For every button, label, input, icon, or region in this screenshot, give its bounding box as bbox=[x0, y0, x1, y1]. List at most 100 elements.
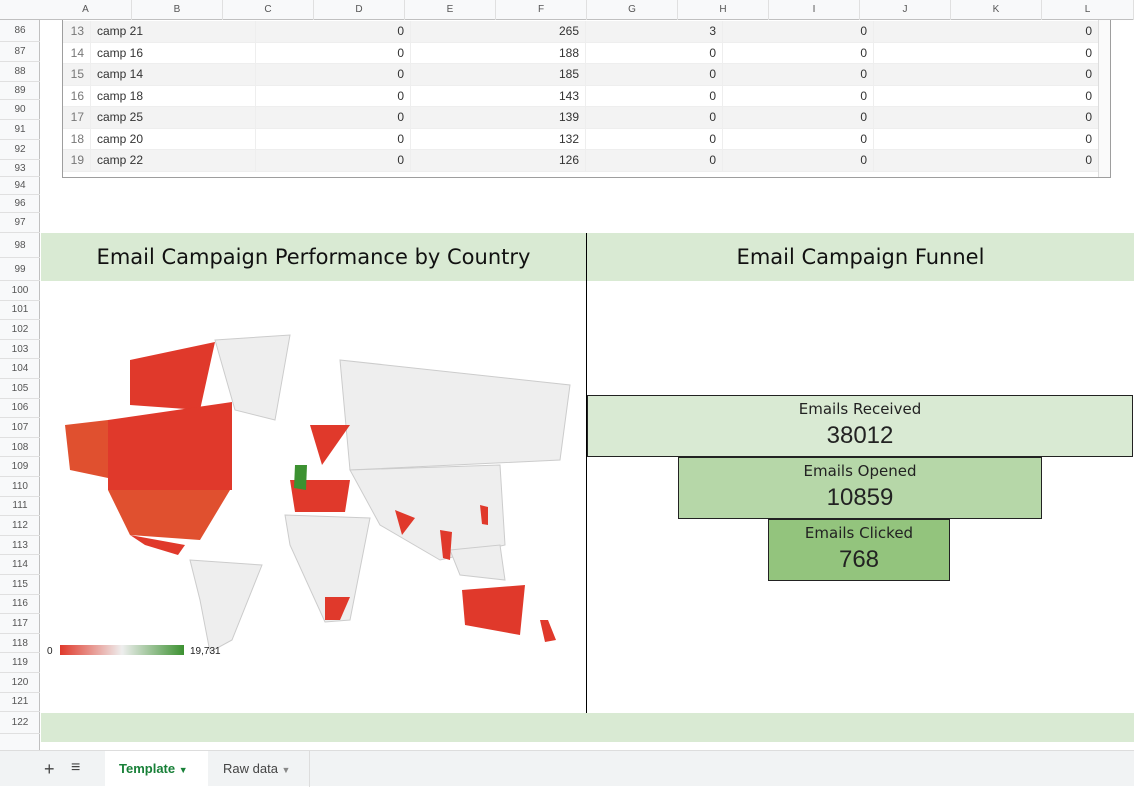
row-header-104[interactable]: 104 bbox=[0, 359, 40, 379]
column-header-D[interactable]: D bbox=[314, 0, 405, 20]
cell-value: 0 bbox=[586, 64, 723, 86]
column-header-B[interactable]: B bbox=[132, 0, 223, 20]
row-index: 19 bbox=[63, 150, 91, 172]
cell-value: 0 bbox=[256, 128, 411, 150]
row-header-89[interactable]: 89 bbox=[0, 82, 40, 100]
table-row: 13 camp 21 0 265 3 0 0 bbox=[63, 21, 1099, 43]
cell-value: 0 bbox=[723, 64, 874, 86]
row-header-119[interactable]: 119 bbox=[0, 653, 40, 673]
column-header-J[interactable]: J bbox=[860, 0, 951, 20]
row-header-101[interactable]: 101 bbox=[0, 301, 40, 321]
row-header-115[interactable]: 115 bbox=[0, 575, 40, 595]
legend-min: 0 bbox=[47, 646, 53, 657]
row-header-97[interactable]: 97 bbox=[0, 213, 40, 233]
table-scrollbar[interactable] bbox=[1098, 20, 1110, 177]
row-header-107[interactable]: 107 bbox=[0, 418, 40, 438]
row-header-91[interactable]: 91 bbox=[0, 120, 40, 140]
cell-value: 0 bbox=[586, 150, 723, 172]
row-header-116[interactable]: 116 bbox=[0, 595, 40, 615]
row-header-114[interactable]: 114 bbox=[0, 555, 40, 575]
country-uk bbox=[294, 465, 307, 490]
cell-value: 0 bbox=[256, 150, 411, 172]
cell-value: 0 bbox=[256, 42, 411, 64]
row-header-111[interactable]: 111 bbox=[0, 497, 40, 517]
tab-template[interactable]: Template ▼ bbox=[105, 751, 208, 787]
table-row: 16 camp 18 0 143 0 0 0 bbox=[63, 85, 1099, 107]
row-header-93[interactable]: 93 bbox=[0, 160, 40, 177]
campaign-name: camp 16 bbox=[91, 42, 256, 64]
cell-value: 126 bbox=[411, 150, 586, 172]
divider bbox=[586, 233, 587, 713]
column-header-F[interactable]: F bbox=[496, 0, 587, 20]
row-header-87[interactable]: 87 bbox=[0, 42, 40, 62]
campaign-name: camp 18 bbox=[91, 85, 256, 107]
cell-value: 0 bbox=[586, 128, 723, 150]
row-header-99[interactable]: 99 bbox=[0, 258, 40, 281]
row-header-102[interactable]: 102 bbox=[0, 320, 40, 340]
column-header-L[interactable]: L bbox=[1042, 0, 1134, 20]
column-header-A[interactable]: A bbox=[40, 0, 132, 20]
row-header-96[interactable]: 96 bbox=[0, 195, 40, 213]
funnel-stage-value: 10859 bbox=[826, 484, 894, 511]
campaign-name: camp 22 bbox=[91, 150, 256, 172]
map-title: Email Campaign Performance by Country bbox=[41, 233, 586, 281]
row-header: 86 87 88 89 90 91 92 93 94 96 97 98 99 100 101 102 103 10… bbox=[0, 20, 40, 750]
funnel-stage: Emails Opened 10859 bbox=[678, 457, 1042, 519]
row-index: 14 bbox=[63, 42, 91, 64]
row-header-109[interactable]: 109 bbox=[0, 457, 40, 477]
row-header-118[interactable]: 118 bbox=[0, 634, 40, 654]
cell-value: 0 bbox=[586, 85, 723, 107]
row-header-94[interactable]: 94 bbox=[0, 177, 40, 195]
row-header-110[interactable]: 110 bbox=[0, 477, 40, 497]
cell-value: 0 bbox=[723, 128, 874, 150]
legend-max: 19,731 bbox=[190, 646, 221, 657]
chevron-down-icon: ▼ bbox=[281, 765, 291, 775]
row-header-98[interactable]: 98 bbox=[0, 233, 40, 258]
row-header-92[interactable]: 92 bbox=[0, 140, 40, 160]
cell-value: 0 bbox=[723, 107, 874, 129]
cell-value: 0 bbox=[874, 150, 1099, 172]
column-header-E[interactable]: E bbox=[405, 0, 496, 20]
cell-value: 0 bbox=[874, 64, 1099, 86]
embedded-table: 13 camp 21 0 265 3 0 0 14 camp 16 0 188 0 0 0 15 camp 1… bbox=[62, 20, 1111, 178]
footer-band bbox=[41, 713, 1134, 742]
row-index: 13 bbox=[63, 21, 91, 43]
row-header-112[interactable]: 112 bbox=[0, 516, 40, 536]
column-header-C[interactable]: C bbox=[223, 0, 314, 20]
table-row: 15 camp 14 0 185 0 0 0 bbox=[63, 64, 1099, 86]
cell-value: 0 bbox=[256, 64, 411, 86]
row-header-103[interactable]: 103 bbox=[0, 340, 40, 360]
cell-value: 0 bbox=[586, 42, 723, 64]
column-header-H[interactable]: H bbox=[678, 0, 769, 20]
cell-value: 0 bbox=[723, 42, 874, 64]
row-header-105[interactable]: 105 bbox=[0, 379, 40, 399]
row-header-117[interactable]: 117 bbox=[0, 614, 40, 634]
row-header-121[interactable]: 121 bbox=[0, 693, 40, 713]
row-header-100[interactable]: 100 bbox=[0, 281, 40, 301]
row-header-90[interactable]: 90 bbox=[0, 100, 40, 120]
cell-value: 0 bbox=[723, 21, 874, 43]
cell-value: 139 bbox=[411, 107, 586, 129]
menu-icon[interactable]: ≡ bbox=[71, 759, 80, 777]
column-header-G[interactable]: G bbox=[587, 0, 678, 20]
tab-raw-data[interactable]: Raw data ▼ bbox=[209, 751, 310, 787]
cell-value: 3 bbox=[586, 21, 723, 43]
cell-value: 0 bbox=[874, 21, 1099, 43]
row-header-120[interactable]: 120 bbox=[0, 673, 40, 693]
plus-icon[interactable]: + bbox=[44, 759, 55, 780]
row-header-88[interactable]: 88 bbox=[0, 62, 40, 82]
country-new-zealand bbox=[540, 620, 556, 642]
campaign-name: camp 14 bbox=[91, 64, 256, 86]
row-header-106[interactable]: 106 bbox=[0, 399, 40, 419]
legend-gradient bbox=[60, 645, 184, 655]
row-header-113[interactable]: 113 bbox=[0, 536, 40, 556]
chevron-down-icon: ▼ bbox=[178, 765, 188, 775]
column-header-K[interactable]: K bbox=[951, 0, 1042, 20]
row-header-86[interactable]: 86 bbox=[0, 20, 40, 42]
campaign-name: camp 21 bbox=[91, 21, 256, 43]
row-header-122[interactable]: 122 bbox=[0, 712, 40, 735]
geo-map[interactable]: 0 19,731 bbox=[41, 281, 586, 713]
column-header-I[interactable]: I bbox=[769, 0, 860, 20]
row-header-108[interactable]: 108 bbox=[0, 438, 40, 458]
funnel-stage: Emails Received 38012 bbox=[587, 395, 1133, 457]
